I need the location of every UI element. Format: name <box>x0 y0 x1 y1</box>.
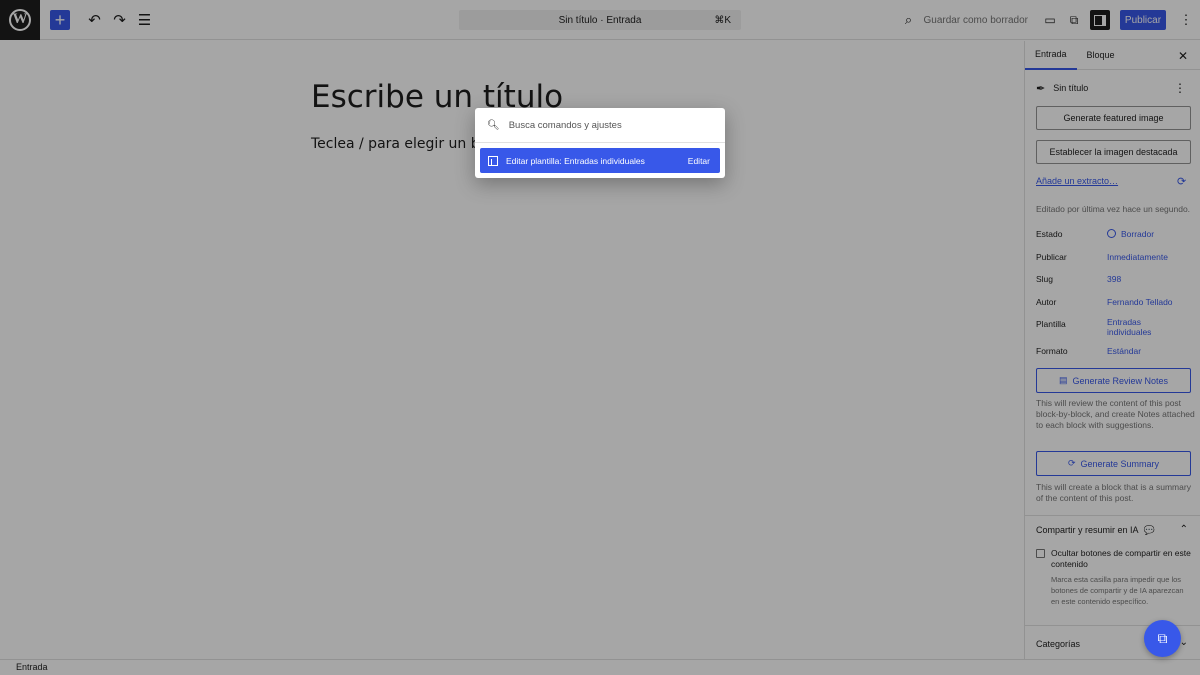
template-icon <box>488 155 498 166</box>
ai-assistant-fab[interactable]: ⧉ <box>1144 620 1181 657</box>
command-result-action: Editar <box>687 155 710 166</box>
command-result-label: Editar plantilla: Entradas individuales <box>506 155 645 166</box>
ai-chat-icon: ⧉ <box>1157 630 1168 646</box>
modal-overlay[interactable] <box>0 0 1200 675</box>
search-icon: 🔍︎ <box>487 119 500 131</box>
command-palette: 🔍︎ Editar plantilla: Entradas individual… <box>475 108 725 178</box>
command-search-row: 🔍︎ <box>475 108 725 143</box>
command-search-input[interactable] <box>508 119 709 131</box>
command-result-edit-template[interactable]: Editar plantilla: Entradas individuales … <box>480 148 720 173</box>
